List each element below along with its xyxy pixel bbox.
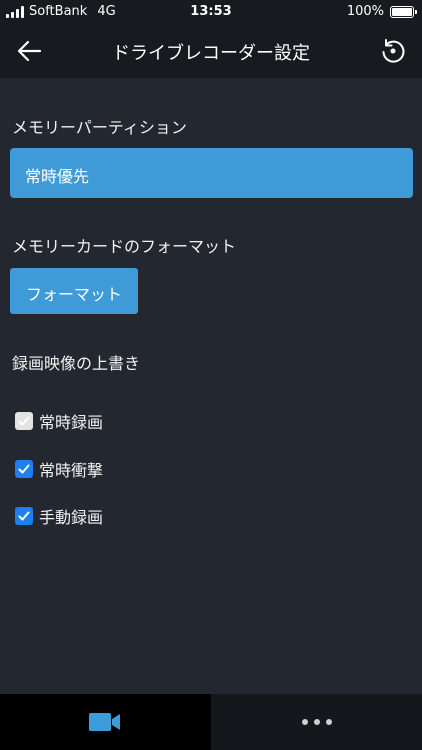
partition-label: メモリーパーティション — [12, 118, 187, 137]
status-bar: SoftBank 4G 13:53 100% — [0, 0, 422, 24]
checkbox-manual-recording[interactable]: 手動録画 — [15, 504, 103, 528]
checkbox-constant-impact[interactable]: 常時衝撃 — [15, 457, 103, 481]
checkbox[interactable] — [15, 460, 33, 478]
checkbox-constant-recording[interactable]: 常時録画 — [15, 409, 103, 433]
check-icon — [18, 511, 30, 521]
format-button[interactable]: フォーマット — [10, 268, 138, 314]
status-right: 100% — [346, 4, 417, 19]
tab-video[interactable] — [0, 694, 210, 750]
more-dots-icon — [301, 719, 332, 725]
checkbox[interactable] — [15, 412, 33, 430]
check-icon — [18, 464, 30, 474]
battery-percent: 100% — [346, 4, 384, 19]
checkbox-label: 常時衝撃 — [39, 461, 104, 480]
tab-bar — [0, 694, 422, 750]
page-title: ドライブレコーダー設定 — [112, 43, 310, 64]
tab-more[interactable] — [211, 694, 422, 750]
format-label: メモリーカードのフォーマット — [12, 237, 237, 256]
arrow-left-icon — [17, 40, 42, 62]
overwrite-label: 録画映像の上書き — [12, 354, 141, 373]
reset-button[interactable] — [378, 36, 408, 66]
checkbox-label: 手動録画 — [39, 508, 104, 527]
reset-icon — [382, 39, 405, 63]
video-camera-icon — [89, 713, 120, 731]
nav-bar: ドライブレコーダー設定 — [0, 24, 422, 78]
checkbox[interactable] — [15, 507, 33, 525]
battery-icon — [390, 5, 417, 18]
checkbox-label: 常時録画 — [39, 413, 104, 432]
back-button[interactable] — [14, 36, 46, 66]
partition-select[interactable]: 常時優先 — [10, 148, 413, 198]
settings-content: メモリーパーティション 常時優先 メモリーカードのフォーマット フォーマット 録… — [0, 78, 422, 694]
check-icon — [18, 416, 30, 426]
